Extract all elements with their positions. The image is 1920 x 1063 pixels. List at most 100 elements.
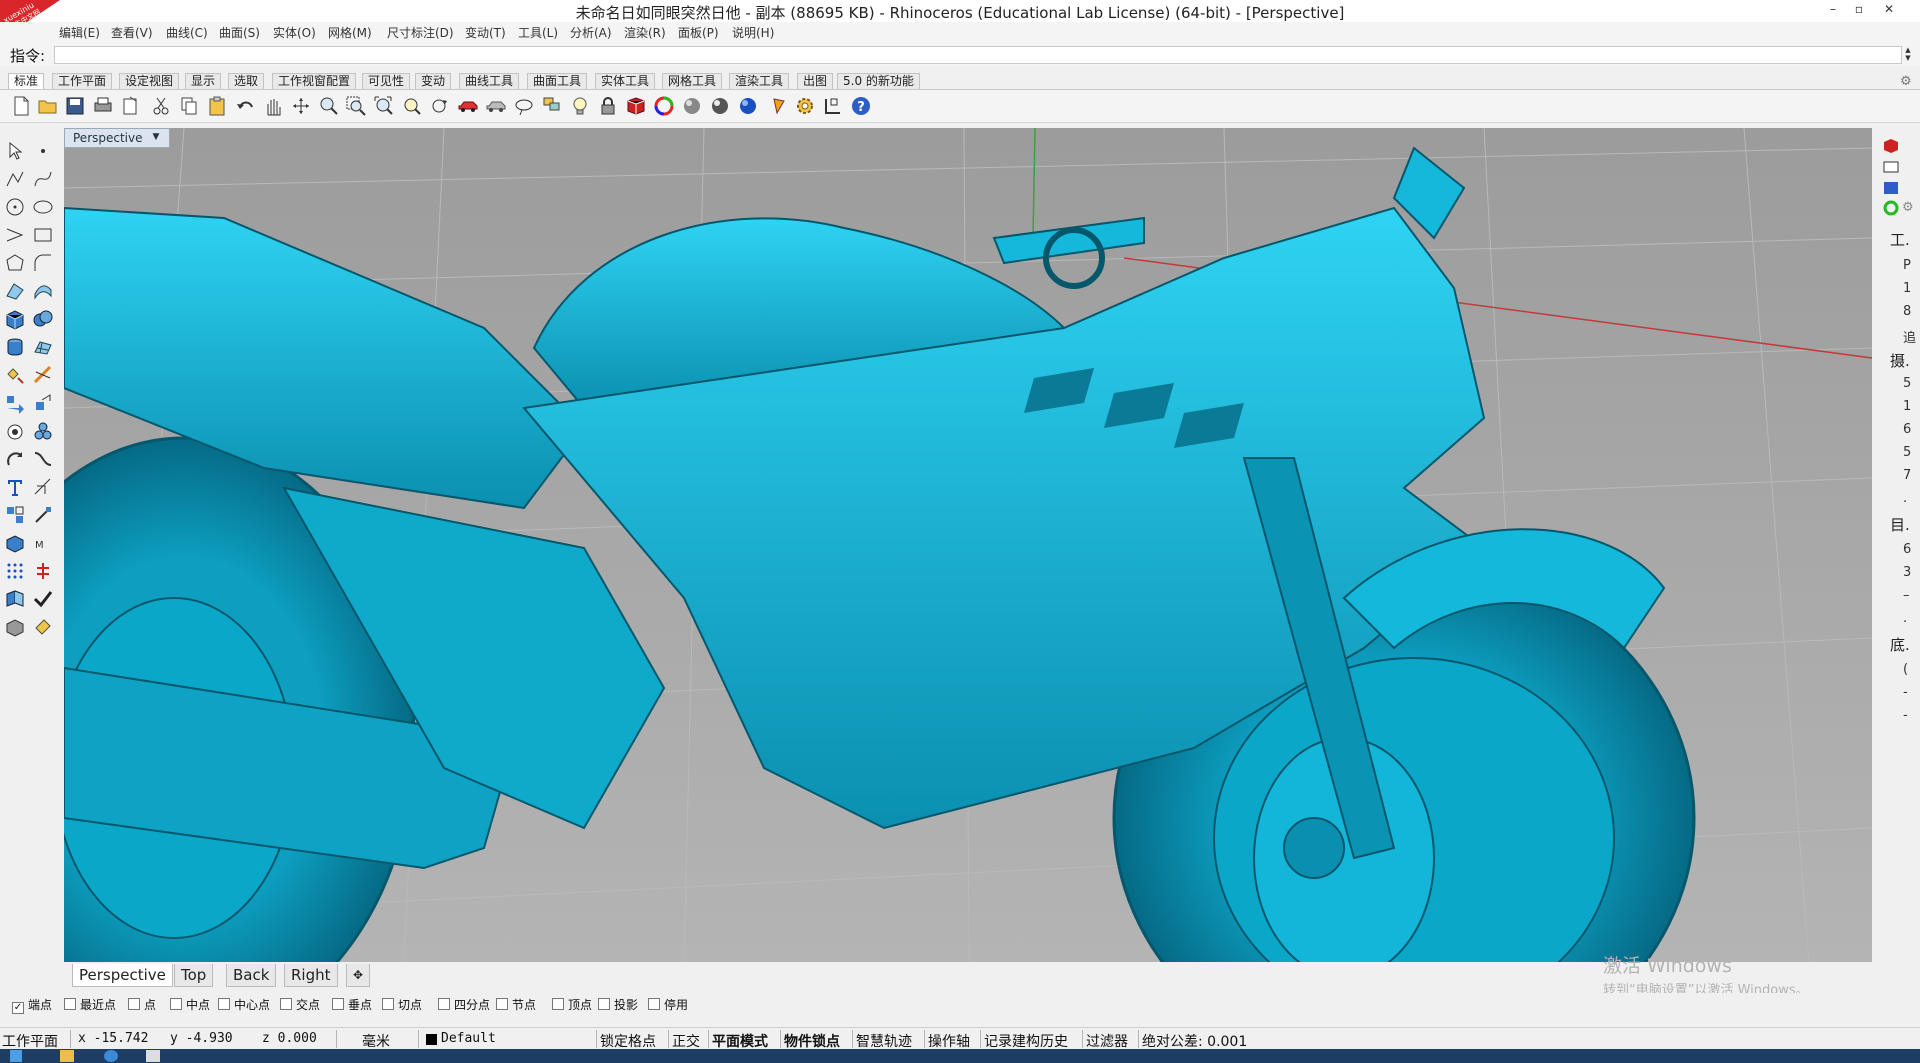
tab-right[interactable]: Right (284, 964, 338, 987)
osnap-near[interactable]: 最近点 (64, 996, 116, 1013)
tab-perspective[interactable]: Perspective (72, 964, 173, 987)
osnap-point[interactable]: 点 (128, 996, 156, 1013)
command-input[interactable] (54, 46, 1902, 64)
select-arrow-icon[interactable] (4, 140, 26, 162)
sphere-shaded-icon[interactable] (709, 95, 731, 117)
cut-icon[interactable] (150, 95, 172, 117)
checkbox-icon[interactable] (598, 998, 610, 1010)
new-file-icon[interactable] (10, 95, 32, 117)
tab-cplanes[interactable]: 工作平面 (52, 73, 113, 89)
color-panel-icon[interactable] (1882, 200, 1900, 216)
checkbox-icon[interactable] (128, 998, 140, 1010)
settings-gear-icon[interactable] (794, 95, 816, 117)
menu-dimension[interactable]: 尺寸标注(D) (387, 24, 454, 41)
tab-display[interactable]: 显示 (185, 73, 222, 89)
checkbox-icon[interactable] (496, 998, 508, 1010)
edit-points-icon[interactable] (32, 560, 54, 582)
menu-surface[interactable]: 曲面(S) (219, 24, 260, 41)
windows-start-icon[interactable] (10, 1050, 22, 1062)
cplane-indicator[interactable]: 工作平面 (2, 1031, 58, 1051)
paste-icon[interactable] (206, 95, 228, 117)
add-viewport-tab-icon[interactable]: ✥ (346, 964, 371, 987)
pan-hand-icon[interactable] (262, 95, 284, 117)
tab-select[interactable]: 选取 (228, 73, 265, 89)
polyline-icon[interactable] (4, 168, 26, 190)
units-indicator[interactable]: 毫米 (362, 1031, 390, 1051)
grid-snap-toggle[interactable]: 锁定格点 (600, 1031, 656, 1051)
rotate-camera-icon[interactable] (429, 95, 451, 117)
ellipse-icon[interactable] (32, 196, 54, 218)
checkbox-icon[interactable] (648, 998, 660, 1010)
lightbulb-icon[interactable] (569, 95, 591, 117)
materials-icon[interactable] (625, 95, 647, 117)
osnap-knot[interactable]: 节点 (496, 996, 536, 1013)
boolean-union-icon[interactable] (32, 308, 54, 330)
color-wheel-icon[interactable] (653, 95, 675, 117)
checkbox-icon[interactable] (438, 998, 450, 1010)
tab-curve-tools[interactable]: 曲线工具 (459, 73, 520, 89)
menu-mesh[interactable]: 网格(M) (328, 24, 372, 41)
checkbox-icon[interactable] (280, 998, 292, 1010)
maximize-button[interactable]: ▫ (1846, 0, 1872, 20)
checkbox-checked-icon[interactable]: ✓ (12, 1002, 24, 1014)
shell-solid-icon[interactable] (4, 420, 26, 442)
panel-settings-gear-icon[interactable]: ⚙ (1902, 200, 1914, 215)
zoom-dynamic-icon[interactable] (318, 95, 340, 117)
osnap-perp[interactable]: 垂点 (332, 996, 372, 1013)
zoom-selected-icon[interactable] (401, 95, 423, 117)
blend-curve-icon[interactable] (32, 448, 54, 470)
import-icon[interactable] (120, 95, 142, 117)
viewport-menu-chevron-down-icon[interactable]: ▼ (150, 128, 162, 146)
menu-help[interactable]: 说明(H) (732, 24, 774, 41)
open-folder-icon[interactable] (37, 95, 59, 117)
filter-toggle[interactable]: 过滤器 (1086, 1031, 1128, 1051)
dimension-icon[interactable] (32, 476, 54, 498)
menu-solid[interactable]: 实体(O) (273, 24, 316, 41)
zoom-extents-icon[interactable] (373, 95, 395, 117)
scale-icon[interactable] (32, 392, 54, 414)
save-icon[interactable] (64, 95, 86, 117)
osnap-end[interactable]: ✓ 端点 (12, 996, 52, 1014)
paint-bucket-icon[interactable] (32, 616, 54, 638)
perspective-viewport[interactable]: Perspective ▼ (64, 128, 1872, 962)
file-explorer-icon[interactable] (60, 1050, 74, 1062)
osnap-project[interactable]: 投影 (598, 996, 638, 1013)
render-pen-icon[interactable] (770, 95, 792, 117)
tab-mesh-tools[interactable]: 网格工具 (662, 73, 723, 89)
menu-transform[interactable]: 变动(T) (465, 24, 506, 41)
material-panel-icon[interactable] (1882, 138, 1900, 154)
cylinder-icon[interactable] (4, 336, 26, 358)
car-icon[interactable] (457, 95, 479, 117)
osnap-vertex[interactable]: 顶点 (552, 996, 592, 1013)
box-solid-icon[interactable] (4, 308, 26, 330)
osnap-toggle[interactable]: 物件锁点 (784, 1031, 840, 1051)
osnap-disable[interactable]: 停用 (648, 996, 688, 1013)
snap-grid-icon[interactable] (822, 95, 844, 117)
rotate-view-icon[interactable] (290, 95, 312, 117)
set-pt-icon[interactable] (32, 504, 54, 526)
checkbox-icon[interactable] (552, 998, 564, 1010)
unroll-icon[interactable] (4, 588, 26, 610)
display-panel-icon[interactable] (1882, 160, 1900, 176)
tab-options-gear-icon[interactable]: ⚙ (1900, 74, 1912, 89)
lock-icon[interactable] (597, 95, 619, 117)
tab-standard[interactable]: 标准 (8, 73, 45, 89)
help-icon[interactable]: ? (850, 95, 872, 117)
minimize-button[interactable]: – (1820, 0, 1846, 20)
circle-icon[interactable] (4, 196, 26, 218)
render-solid-icon[interactable] (4, 616, 26, 638)
point-icon[interactable] (32, 140, 54, 162)
curve-cv-icon[interactable] (32, 168, 54, 190)
extrude-solid-icon[interactable] (4, 532, 26, 554)
zoom-window-icon[interactable] (345, 95, 367, 117)
gumball-toggle[interactable]: 操作轴 (928, 1031, 970, 1051)
rectangle-icon[interactable] (32, 224, 54, 246)
rotate-icon[interactable] (4, 448, 26, 470)
check-icon[interactable] (32, 588, 54, 610)
undo-icon[interactable] (234, 95, 256, 117)
checkbox-icon[interactable] (218, 998, 230, 1010)
sphere-blue-icon[interactable] (737, 95, 759, 117)
trim-icon[interactable] (32, 364, 54, 386)
menu-analyze[interactable]: 分析(A) (570, 24, 612, 41)
close-button[interactable]: ✕ (1876, 0, 1902, 20)
